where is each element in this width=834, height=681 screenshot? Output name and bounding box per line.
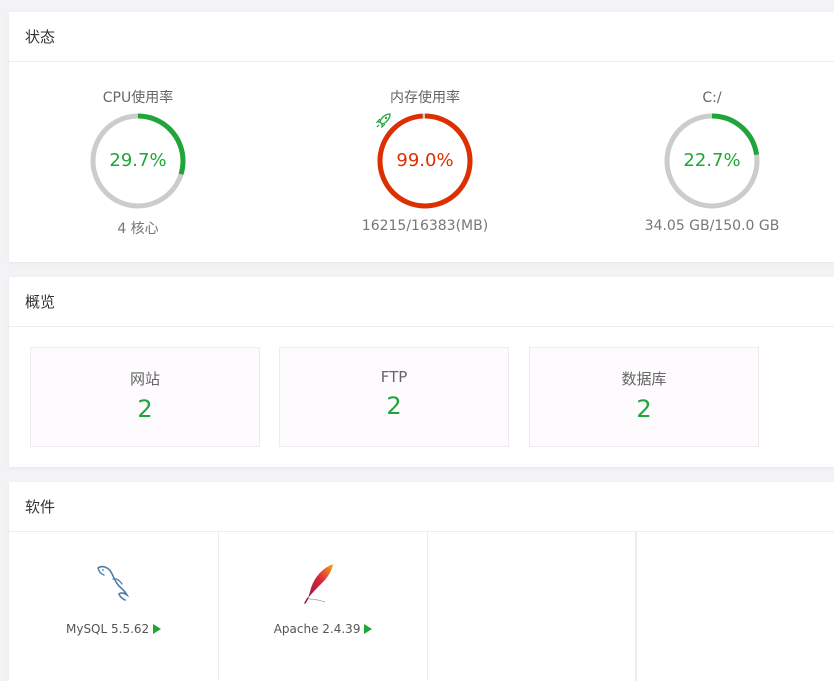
software-item-label-wrap[interactable]: MySQL 5.5.62 <box>9 622 218 636</box>
overview-card-label: 网站 <box>129 370 160 388</box>
cpu-gauge-title: CPU使用率 <box>102 90 174 106</box>
overview-panel-title: 概览 <box>9 277 834 327</box>
disk-gauge[interactable]: C:/ 22.7% 34.05 GB/150.0 GB <box>612 88 812 234</box>
overview-card-label: 数据库 <box>621 370 667 388</box>
overview-card-sites[interactable]: 网站 2 <box>30 347 260 447</box>
disk-usage-detail: 34.05 GB/150.0 GB <box>644 218 780 234</box>
mysql-dolphin-icon <box>97 565 130 601</box>
software-panel: 软件 MySQL 5.5.62 Apache 2.4.39 <box>9 482 834 681</box>
overview-card-label: FTP <box>380 368 408 386</box>
disk-gauge-ring: 22.7% <box>662 111 762 211</box>
play-icon[interactable] <box>364 624 373 634</box>
software-item-label-wrap[interactable]: Apache 2.4.39 <box>219 622 427 636</box>
overview-card-count[interactable]: 2 <box>31 395 259 423</box>
software-item-mysql[interactable]: MySQL 5.5.62 <box>9 532 219 681</box>
cpu-core-count: 4 核心 <box>117 221 159 237</box>
software-item-label: MySQL 5.5.62 <box>65 622 150 636</box>
overview-card-database[interactable]: 数据库 2 <box>529 347 759 447</box>
software-panel-title: 软件 <box>9 482 834 532</box>
software-item-empty <box>636 532 834 681</box>
overview-card-count[interactable]: 2 <box>530 395 758 423</box>
software-item-empty <box>428 532 636 681</box>
overview-panel: 概览 网站 2 FTP 2 数据库 2 <box>9 277 834 467</box>
disk-usage-value: 22.7% <box>683 150 741 171</box>
memory-gauge-ring: 99.0% <box>375 111 475 211</box>
software-item-apache[interactable]: Apache 2.4.39 <box>219 532 428 681</box>
cpu-gauge-ring: 29.7% <box>88 111 188 211</box>
software-item-label: Apache 2.4.39 <box>273 622 361 636</box>
memory-usage-value: 99.0% <box>396 150 454 171</box>
status-panel: 状态 CPU使用率 29.7% 4 核心 内存使用率 99.0% 16215/1… <box>9 12 834 262</box>
disk-gauge-title: C:/ <box>702 90 722 106</box>
apache-feather-icon <box>304 564 333 604</box>
overview-card-ftp[interactable]: FTP 2 <box>279 347 509 447</box>
memory-gauge-title: 内存使用率 <box>390 90 460 106</box>
status-panel-title: 状态 <box>9 12 834 62</box>
overview-card-count[interactable]: 2 <box>280 392 508 420</box>
memory-gauge[interactable]: 内存使用率 99.0% 16215/16383(MB) <box>325 88 525 234</box>
cpu-gauge[interactable]: CPU使用率 29.7% 4 核心 <box>38 88 238 238</box>
cpu-usage-value: 29.7% <box>109 150 167 171</box>
memory-usage-detail: 16215/16383(MB) <box>361 218 489 234</box>
play-icon[interactable] <box>153 624 161 634</box>
